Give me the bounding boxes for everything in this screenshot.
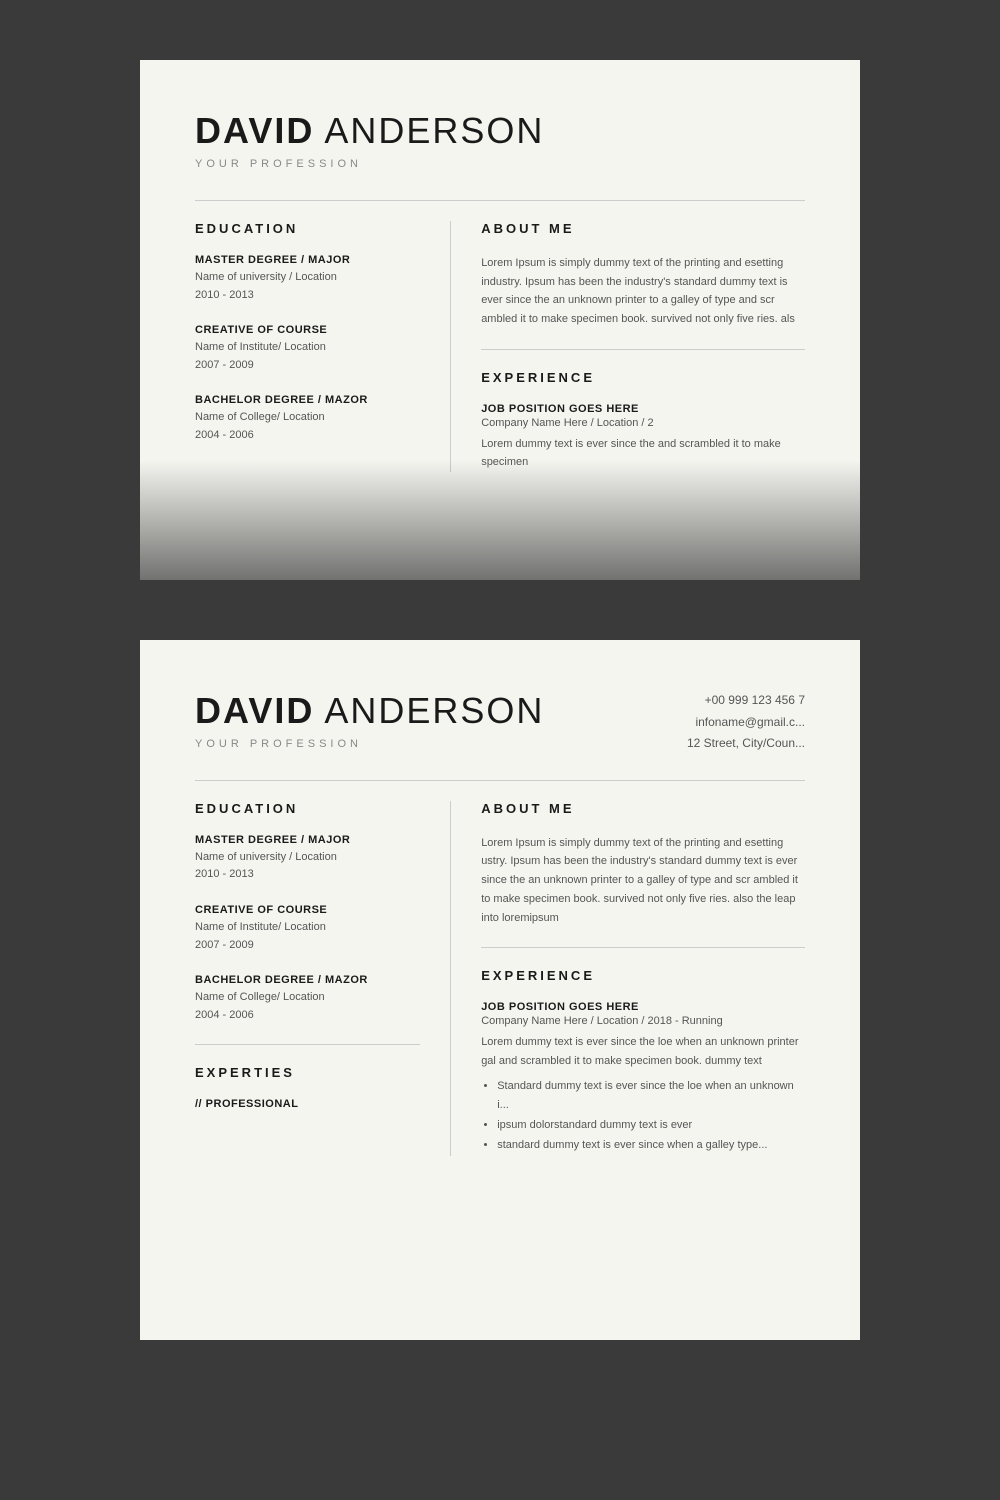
card2-header-row: DAVID ANDERSON YOUR PROFESSION +00 999 1… (195, 690, 805, 755)
card2-about-divider (481, 947, 805, 948)
experties-label-1: // PROFESSIONAL (195, 1098, 420, 1110)
card2-contact: +00 999 123 456 7 infoname@gmail.c... 12… (687, 690, 805, 755)
card2-edu-years-1: 2010 - 2013 (195, 866, 420, 884)
resume-card-2: DAVID ANDERSON YOUR PROFESSION +00 999 1… (140, 640, 860, 1340)
card2-header-divider (195, 780, 805, 781)
card2-education-title: EDUCATION (195, 801, 420, 816)
card2-exp-position: JOB POSITION GOES HERE (481, 1001, 805, 1013)
card2-left: EDUCATION MASTER DEGREE / MAJOR Name of … (195, 801, 451, 1156)
card2-edu-inst-1: Name of university / Location (195, 849, 420, 867)
card1-education-title: EDUCATION (195, 221, 420, 236)
experties-item-1: // PROFESSIONAL (195, 1098, 420, 1110)
edu-degree-3: BACHELOR DEGREE / MAZOR (195, 394, 420, 406)
card2-firstname: DAVID (195, 690, 314, 731)
card2-edu-degree-2: CREATIVE OF COURSE (195, 904, 420, 916)
card2-right: ABOUT ME Lorem Ipsum is simply dummy tex… (451, 801, 805, 1156)
card1-left: EDUCATION MASTER DEGREE / MAJOR Name of … (195, 221, 451, 472)
edu-item-1: MASTER DEGREE / MAJOR Name of university… (195, 254, 420, 304)
contact-email: infoname@gmail.c... (687, 712, 805, 734)
card2-edu-item-1: MASTER DEGREE / MAJOR Name of university… (195, 834, 420, 884)
card2-exp-title: EXPERIENCE (481, 968, 805, 983)
card2-edu-inst-3: Name of College/ Location (195, 989, 420, 1007)
card1-about-title: ABOUT ME (481, 221, 805, 236)
edu-item-2: CREATIVE OF COURSE Name of Institute/ Lo… (195, 324, 420, 374)
card1-lastname: ANDERSON (314, 110, 544, 151)
edu-institution-1: Name of university / Location (195, 269, 420, 287)
card2-content: EDUCATION MASTER DEGREE / MAJOR Name of … (195, 801, 805, 1156)
card2-edu-divider (195, 1044, 420, 1045)
card1-exp-company: Company Name Here / Location / 2 (481, 417, 805, 429)
card1-right: ABOUT ME Lorem Ipsum is simply dummy tex… (451, 221, 805, 472)
card2-experties-title: EXPERTIES (195, 1065, 420, 1080)
card2-edu-item-2: CREATIVE OF COURSE Name of Institute/ Lo… (195, 904, 420, 954)
card2-header-left: DAVID ANDERSON YOUR PROFESSION (195, 690, 544, 750)
bullet-1: Standard dummy text is ever since the lo… (497, 1077, 805, 1117)
bullet-3: standard dummy text is ever since when a… (497, 1136, 805, 1156)
card1-header-divider (195, 200, 805, 201)
bullet-2: ipsum dolorstandard dummy text is ever (497, 1116, 805, 1136)
card1-exp-desc: Lorem dummy text is ever since the and s… (481, 435, 805, 472)
card2-edu-item-3: BACHELOR DEGREE / MAZOR Name of College/… (195, 974, 420, 1024)
card1-profession: YOUR PROFESSION (195, 158, 805, 170)
contact-phone: +00 999 123 456 7 (687, 690, 805, 712)
card2-edu-years-3: 2004 - 2006 (195, 1007, 420, 1025)
card2-exp-bullets: Standard dummy text is ever since the lo… (481, 1077, 805, 1156)
edu-institution-3: Name of College/ Location (195, 409, 420, 427)
card2-edu-inst-2: Name of Institute/ Location (195, 919, 420, 937)
card2-exp-desc: Lorem dummy text is ever since the loe w… (481, 1033, 805, 1070)
edu-item-3: BACHELOR DEGREE / MAZOR Name of College/… (195, 394, 420, 444)
card1-about-text: Lorem Ipsum is simply dummy text of the … (481, 254, 805, 329)
edu-years-2: 2007 - 2009 (195, 357, 420, 375)
card1-exp-position: JOB POSITION GOES HERE (481, 403, 805, 415)
edu-years-1: 2010 - 2013 (195, 287, 420, 305)
card1-content: EDUCATION MASTER DEGREE / MAJOR Name of … (195, 221, 805, 472)
card2-edu-years-2: 2007 - 2009 (195, 937, 420, 955)
card2-about-title: ABOUT ME (481, 801, 805, 816)
card1-firstname: DAVID (195, 110, 314, 151)
card1-name: DAVID ANDERSON (195, 110, 805, 152)
card2-edu-degree-1: MASTER DEGREE / MAJOR (195, 834, 420, 846)
edu-degree-2: CREATIVE OF COURSE (195, 324, 420, 336)
card2-edu-degree-3: BACHELOR DEGREE / MAZOR (195, 974, 420, 986)
contact-address: 12 Street, City/Coun... (687, 733, 805, 755)
edu-years-3: 2004 - 2006 (195, 427, 420, 445)
resume-card-1: DAVID ANDERSON YOUR PROFESSION EDUCATION… (140, 60, 860, 580)
card1-about-divider (481, 349, 805, 350)
edu-institution-2: Name of Institute/ Location (195, 339, 420, 357)
card2-exp-company: Company Name Here / Location / 2018 - Ru… (481, 1015, 805, 1027)
card2-lastname: ANDERSON (314, 690, 544, 731)
card2-about-text: Lorem Ipsum is simply dummy text of the … (481, 834, 805, 927)
card2-profession: YOUR PROFESSION (195, 738, 544, 750)
card2-name: DAVID ANDERSON (195, 690, 544, 732)
edu-degree-1: MASTER DEGREE / MAJOR (195, 254, 420, 266)
card1-exp-title: EXPERIENCE (481, 370, 805, 385)
card1-header: DAVID ANDERSON YOUR PROFESSION (195, 110, 805, 170)
